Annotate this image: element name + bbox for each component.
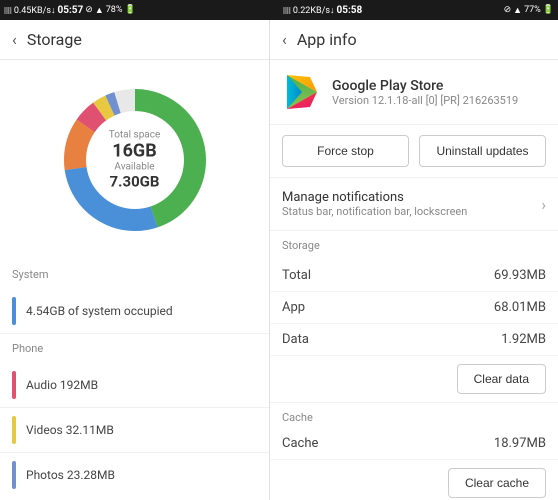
- audio-text: Audio 192MB: [26, 378, 98, 392]
- storage-app-label: App: [282, 300, 305, 315]
- phone-section-label: Phone: [12, 342, 257, 355]
- system-storage-item: 4.54GB of system occupied: [0, 289, 269, 334]
- system-section-label: System: [12, 268, 257, 281]
- clear-data-container: Clear data: [270, 356, 558, 403]
- manage-notifications-row[interactable]: Manage notifications Status bar, notific…: [270, 178, 558, 231]
- storage-data-label: Data: [282, 332, 309, 347]
- cache-value: 18.97MB: [494, 436, 546, 451]
- force-stop-button[interactable]: Force stop: [282, 135, 409, 167]
- app-version: Version 12.1.18-all [0] [PR] 216263519: [332, 94, 518, 107]
- app-info-title: App info: [297, 30, 357, 49]
- videos-color-bar: [12, 416, 16, 444]
- app-icon: [282, 72, 322, 112]
- clear-data-button[interactable]: Clear data: [457, 364, 546, 394]
- right-icons: ⊘ ▲ 77% 🔋: [504, 5, 554, 16]
- app-name: Google Play Store: [332, 78, 518, 94]
- audio-item: Audio 192MB: [0, 363, 269, 408]
- storage-total-value: 69.93MB: [494, 268, 546, 283]
- storage-info-label: Storage: [282, 239, 546, 252]
- right-signal: ||||: [283, 6, 291, 15]
- photos-color-bar: [12, 461, 16, 489]
- storage-app-row: App 68.01MB: [270, 292, 558, 324]
- left-signal: ||||: [4, 6, 12, 15]
- phone-section-header: Phone: [0, 334, 269, 363]
- videos-item: Videos 32.11MB: [0, 408, 269, 453]
- storage-back-button[interactable]: ‹: [12, 30, 17, 49]
- storage-info-section: Storage: [270, 231, 558, 260]
- app-info-panel: ‹ App info: [270, 20, 558, 500]
- manage-notifications-text: Manage notifications Status bar, notific…: [282, 190, 467, 218]
- cache-label: Cache: [282, 436, 318, 451]
- action-buttons-row: Force stop Uninstall updates: [270, 125, 558, 178]
- photos-item: Photos 23.28MB: [0, 453, 269, 497]
- chevron-right-icon: ›: [541, 195, 546, 214]
- app-identity-section: Google Play Store Version 12.1.18-all [0…: [270, 60, 558, 125]
- left-speed: 0.45KB/s↓: [14, 5, 56, 16]
- storage-total-label: Total: [282, 268, 311, 283]
- system-section-header: System: [0, 260, 269, 289]
- right-time: 05:58: [336, 5, 362, 16]
- main-content: ‹ Storage: [0, 20, 558, 500]
- app-identity-info: Google Play Store Version 12.1.18-all [0…: [332, 78, 518, 107]
- app-info-back-button[interactable]: ‹: [282, 30, 287, 49]
- donut-chart: Total space 16GB Available 7.30GB: [55, 80, 215, 240]
- storage-chart-container: Total space 16GB Available 7.30GB: [0, 60, 269, 260]
- photos-text: Photos 23.28MB: [26, 468, 115, 482]
- left-icons: ⊘ ▲ 78% 🔋: [85, 5, 135, 16]
- videos-text: Videos 32.11MB: [26, 423, 114, 437]
- manage-notifications-subtitle: Status bar, notification bar, lockscreen: [282, 205, 467, 218]
- uninstall-updates-button[interactable]: Uninstall updates: [419, 135, 546, 167]
- audio-color-bar: [12, 371, 16, 399]
- storage-total-row: Total 69.93MB: [270, 260, 558, 292]
- clear-cache-button[interactable]: Clear cache: [448, 468, 546, 498]
- status-bar-left: |||| 0.45KB/s↓ 05:57 ⊘ ▲ 78% 🔋: [0, 0, 279, 20]
- app-info-header: ‹ App info: [270, 20, 558, 60]
- system-storage-text: 4.54GB of system occupied: [26, 304, 173, 318]
- cache-section: Cache: [270, 403, 558, 428]
- left-time: 05:57: [57, 5, 83, 16]
- status-bars: |||| 0.45KB/s↓ 05:57 ⊘ ▲ 78% 🔋 |||| 0.22…: [0, 0, 558, 20]
- storage-panel: ‹ Storage: [0, 20, 270, 500]
- storage-data-value: 1.92MB: [501, 332, 546, 347]
- donut-svg: [55, 80, 215, 240]
- right-speed: 0.22KB/s↓: [293, 5, 335, 16]
- system-color-bar: [12, 297, 16, 325]
- storage-app-value: 68.01MB: [494, 300, 546, 315]
- clear-cache-container: Clear cache: [270, 460, 558, 500]
- storage-title: Storage: [27, 30, 82, 49]
- cache-row: Cache 18.97MB: [270, 428, 558, 460]
- cache-section-label: Cache: [282, 411, 546, 424]
- manage-notifications-title: Manage notifications: [282, 190, 467, 205]
- status-bar-right: |||| 0.22KB/s↓ 05:58 ⊘ ▲ 77% 🔋: [279, 0, 558, 20]
- storage-data-row: Data 1.92MB: [270, 324, 558, 356]
- storage-header: ‹ Storage: [0, 20, 269, 60]
